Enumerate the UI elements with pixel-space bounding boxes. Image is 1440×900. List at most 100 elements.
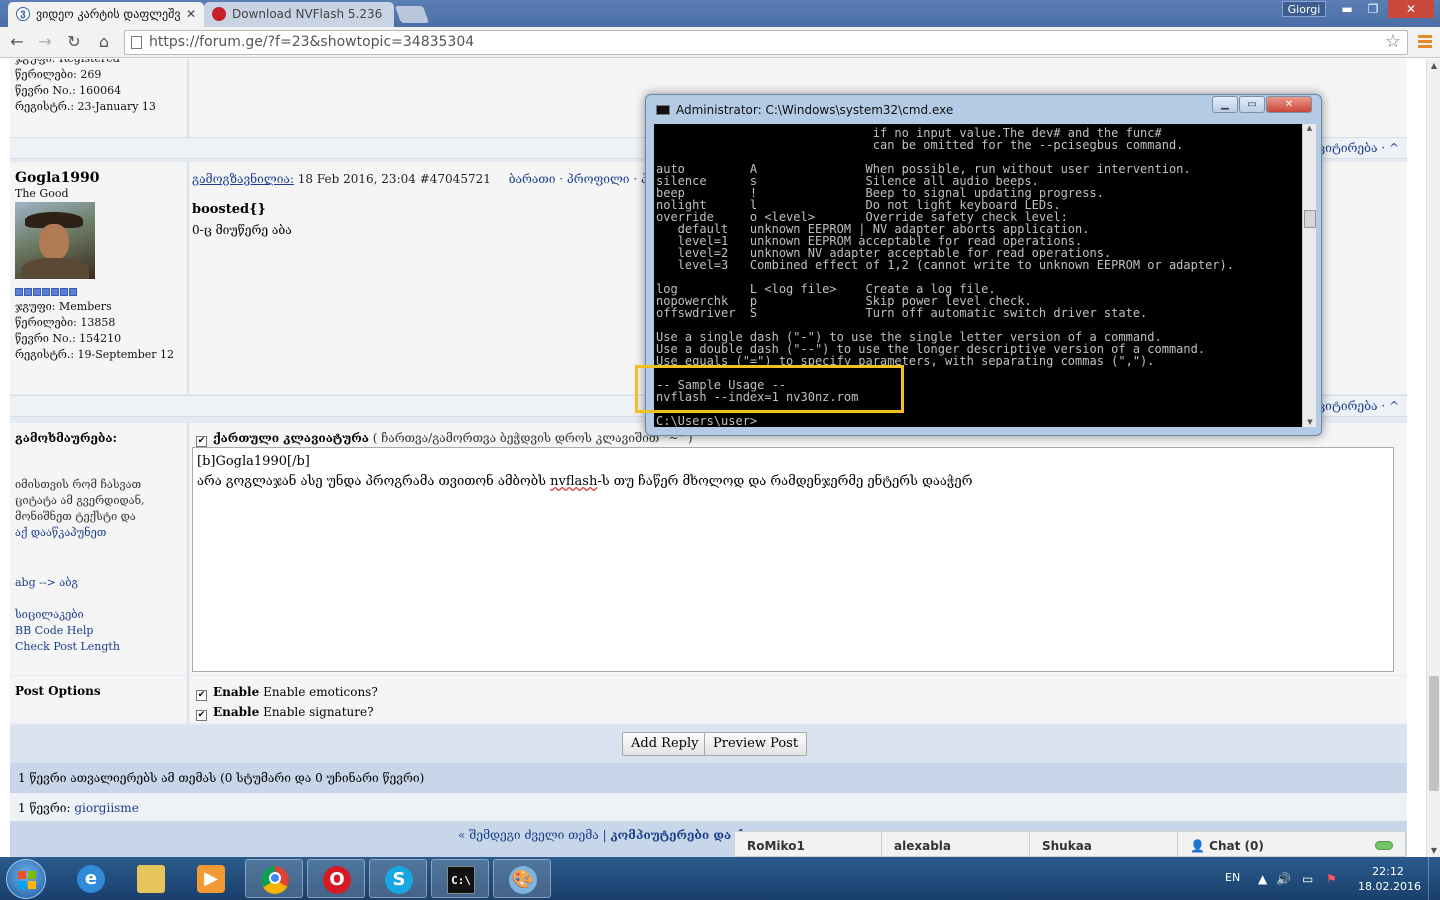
- prev-post-user-info: ჯგუფი: Registered წერილები: 269 წევრი No…: [10, 59, 188, 137]
- quote-click-link[interactable]: აქ დააწკაპუნეთ: [15, 525, 182, 541]
- clock[interactable]: 22:12 18.02.2016: [1358, 864, 1421, 894]
- taskbar-media-player[interactable]: ▶: [182, 859, 240, 898]
- smilies-link[interactable]: სიცილაკები: [15, 607, 182, 623]
- profile-badge[interactable]: Giorgi: [1282, 1, 1326, 17]
- user-group: ჯგუფი: Registered: [15, 59, 182, 67]
- next-older-topic-link[interactable]: « შემდეგი ძველი თემა |: [458, 828, 610, 842]
- cmd-scrollbar[interactable]: ▲ ▼: [1302, 124, 1316, 427]
- home-icon[interactable]: ⌂: [93, 31, 115, 53]
- user-registered: რეგისტრ.: 23-January 13: [15, 100, 156, 113]
- minimize-button[interactable]: ▬: [1334, 0, 1360, 18]
- chrome-menu-icon[interactable]: [1418, 35, 1432, 50]
- quote-link[interactable]: ციტირება · ^: [1317, 141, 1399, 155]
- cmd-minimize-button[interactable]: ▁: [1212, 96, 1238, 113]
- form-buttons-row: Add Reply Preview Post: [10, 725, 1407, 763]
- reply-sidebar: გამოხმაურება: იმისთვის რომ ჩასვათ ციტატა…: [10, 423, 188, 675]
- post-options-label: Post Options: [15, 684, 101, 698]
- keyboard-option: ✔ ქართული კლავიატურა ( ჩართვა/გამორთვა ბე…: [196, 431, 693, 447]
- georgian-keyboard-checkbox[interactable]: ✔: [196, 436, 207, 447]
- browser-tab-strip: ვ ვიდეო კარტის დაფლეშვ ✕ Download NVFlas…: [0, 0, 1440, 27]
- taskbar-opera[interactable]: O: [307, 859, 365, 898]
- close-window-button[interactable]: ✕: [1388, 0, 1434, 18]
- reply-text-line: [b]Gogla1990[/b]: [197, 454, 310, 469]
- console-line: C:\Users\user>: [656, 414, 758, 427]
- forum-favicon-icon: ვ: [16, 7, 30, 21]
- cmd-close-button[interactable]: ✕: [1266, 96, 1312, 113]
- keyboard-hint: ( ჩართვა/გამორთვა ბეჭდვის დროს კლავიშით …: [372, 431, 693, 445]
- taskbar-cmd[interactable]: C:\: [431, 859, 489, 898]
- enable-signature-checkbox[interactable]: ✔: [196, 710, 207, 721]
- volume-icon[interactable]: 🔊: [1276, 872, 1291, 886]
- reply-editor-panel: ✔ ქართული კლავიატურა ( ჩართვა/გამორთვა ბე…: [190, 423, 1407, 675]
- media-player-icon: ▶: [197, 865, 225, 893]
- quote-link[interactable]: ციტირება · ^: [1317, 399, 1399, 413]
- chat-bar: RoMiko1 alexabla Shukaa 👤 Chat (0): [734, 831, 1406, 858]
- check-post-length-link[interactable]: Check Post Length: [15, 639, 182, 655]
- cmd-scroll-down-icon[interactable]: ▼: [1303, 418, 1317, 426]
- post-sent-label: გამოგზავნილია:: [192, 172, 294, 186]
- console-line: offswdriver S Turn off automatic switch …: [656, 306, 1148, 320]
- taskbar-chrome[interactable]: [245, 859, 303, 898]
- show-hidden-icons-icon[interactable]: ▲: [1258, 872, 1267, 886]
- cmd-taskbar-icon: C:\: [447, 866, 475, 894]
- start-button[interactable]: [6, 859, 46, 899]
- maximize-button[interactable]: ❐: [1360, 0, 1386, 18]
- tab-title: Download NVFlash 5.236: [232, 7, 383, 21]
- post-author-name[interactable]: Gogla1990: [15, 170, 182, 186]
- chat-tab[interactable]: 👤 Chat (0): [1178, 832, 1338, 858]
- chat-status-toggle[interactable]: [1375, 841, 1393, 850]
- taskbar-internet-explorer[interactable]: e: [62, 859, 120, 898]
- tab-close-icon[interactable]: ✕: [186, 7, 196, 21]
- taskbar-skype[interactable]: S: [369, 859, 427, 898]
- cmd-icon: [656, 105, 670, 115]
- action-center-icon[interactable]: ⚑: [1326, 872, 1337, 886]
- category-link[interactable]: კომპიუტერები და ქ: [610, 828, 743, 842]
- reload-icon[interactable]: ↻: [63, 31, 85, 53]
- network-icon[interactable]: ▭: [1302, 872, 1313, 886]
- forward-arrow-icon[interactable]: →: [34, 31, 56, 53]
- chat-user-tab[interactable]: Shukaa: [1030, 832, 1178, 858]
- preview-post-button[interactable]: Preview Post: [704, 732, 808, 756]
- signature-label-bold: Enable: [213, 705, 260, 719]
- help-text-line: ციტატა ამ გვერდიდან,: [15, 494, 145, 507]
- post-options-label-cell: Post Options: [10, 676, 188, 723]
- rank-pips: [15, 285, 182, 299]
- taskbar-file-explorer[interactable]: [122, 859, 180, 898]
- add-reply-button[interactable]: Add Reply: [622, 732, 708, 756]
- enable-emoticons-checkbox[interactable]: ✔: [196, 690, 207, 701]
- member-link[interactable]: giorgiisme: [74, 801, 138, 815]
- cmd-maximize-button[interactable]: ▭: [1239, 96, 1265, 113]
- scroll-thumb[interactable]: [1429, 676, 1439, 791]
- tab-forum[interactable]: ვ ვიდეო კარტის დაფლეშვ ✕: [8, 2, 204, 27]
- user-member-no: წევრი No.: 154210: [15, 332, 122, 345]
- help-text-line: იმისთვის რომ ჩასვათ: [15, 478, 142, 491]
- address-bar[interactable]: https://forum.ge/?f=23&showtopic=3483530…: [124, 30, 1408, 55]
- cmd-scroll-up-icon[interactable]: ▲: [1303, 124, 1316, 132]
- language-indicator[interactable]: EN: [1225, 871, 1240, 884]
- topic-readers-bar: 1 წევრი ათვალიერებს ამ თემას (0 სტუმარი …: [10, 763, 1407, 793]
- reply-textarea[interactable]: [b]Gogla1990[/b] არა გოგლაჯან ასე უნდა პ…: [192, 447, 1394, 672]
- bbcode-help-link[interactable]: BB Code Help: [15, 623, 182, 639]
- avatar: [15, 202, 95, 279]
- chrome-icon: [261, 866, 289, 894]
- url-text: https://forum.ge/?f=23&showtopic=3483530…: [149, 34, 475, 50]
- user-posts: წერილები: 13858: [15, 316, 116, 329]
- abg-link[interactable]: abg --> აბგ: [15, 575, 182, 591]
- tab-nvflash[interactable]: Download NVFlash 5.236: [204, 2, 394, 27]
- emoticons-label: Enable emoticons?: [263, 685, 378, 699]
- chat-user-tab[interactable]: alexabla: [882, 832, 1030, 858]
- chat-user-tab[interactable]: RoMiko1: [735, 832, 882, 858]
- scroll-down-icon[interactable]: ▼: [1427, 846, 1440, 855]
- new-tab-button[interactable]: [394, 6, 430, 23]
- scroll-up-icon[interactable]: ▲: [1427, 61, 1440, 70]
- taskbar-paint[interactable]: 🎨: [493, 859, 551, 898]
- page-scrollbar[interactable]: ▲ ▼: [1426, 59, 1440, 857]
- back-arrow-icon[interactable]: ←: [6, 31, 28, 53]
- clock-time: 22:12: [1372, 865, 1404, 878]
- show-desktop-button[interactable]: [1428, 857, 1440, 900]
- post-id[interactable]: #47045721: [420, 172, 491, 186]
- emoticons-label-bold: Enable: [213, 685, 260, 699]
- cmd-scroll-thumb[interactable]: [1304, 210, 1316, 228]
- bookmark-star-icon[interactable]: ☆: [1385, 31, 1401, 52]
- user-posts: წერილები: 269: [15, 68, 102, 81]
